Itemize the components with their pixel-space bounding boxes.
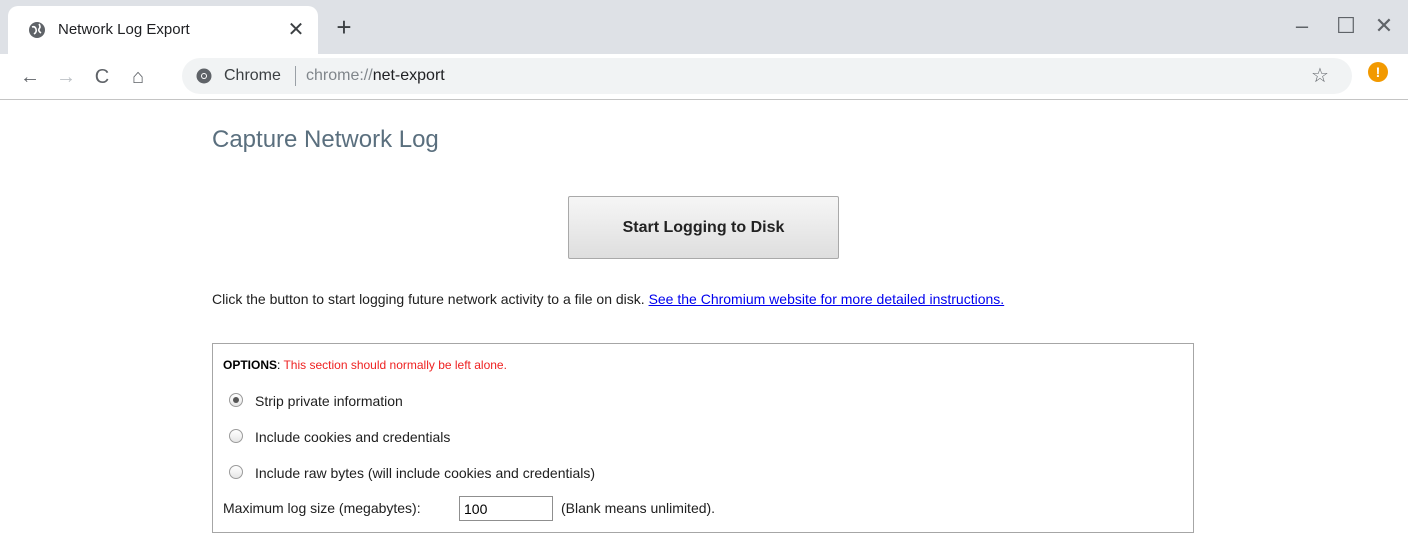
toolbar: ← → C ⌂ Chrome chrome://net-export ☆ ! bbox=[0, 54, 1408, 100]
url-scheme: chrome:// bbox=[306, 67, 373, 84]
page-title: Capture Network Log bbox=[212, 126, 439, 153]
omnibox-separator bbox=[295, 66, 296, 86]
maximize-icon[interactable]: ☐ bbox=[1332, 12, 1360, 40]
instructions-text: Click the button to start logging future… bbox=[212, 291, 649, 307]
home-icon[interactable]: ⌂ bbox=[122, 61, 154, 93]
reload-icon[interactable]: C bbox=[86, 61, 118, 93]
chromium-instructions-link[interactable]: See the Chromium website for more detail… bbox=[649, 291, 1005, 307]
tab-title: Network Log Export bbox=[58, 21, 190, 38]
close-window-icon[interactable]: ✕ bbox=[1370, 12, 1398, 40]
instructions: Click the button to start logging future… bbox=[212, 290, 1004, 308]
minimize-icon[interactable]: – bbox=[1288, 12, 1316, 40]
max-size-hint: (Blank means unlimited). bbox=[561, 500, 716, 516]
globe-icon bbox=[29, 22, 45, 38]
new-tab-button[interactable]: + bbox=[330, 14, 358, 42]
bookmark-star-icon[interactable]: ☆ bbox=[1308, 64, 1332, 88]
chrome-icon bbox=[196, 68, 212, 84]
url-text: chrome://net-export bbox=[306, 67, 445, 85]
address-bar[interactable]: Chrome chrome://net-export ☆ bbox=[182, 58, 1352, 94]
radio-label: Strip private information bbox=[255, 393, 403, 409]
radio-button[interactable] bbox=[229, 429, 243, 443]
forward-icon[interactable]: → bbox=[50, 61, 82, 93]
back-icon[interactable]: ← bbox=[14, 61, 46, 93]
tab-strip: Network Log Export ✕ + – ☐ ✕ bbox=[0, 0, 1408, 54]
alert-icon[interactable]: ! bbox=[1368, 62, 1388, 82]
options-heading: OPTIONS: This section should normally be… bbox=[223, 358, 507, 373]
site-label: Chrome bbox=[224, 67, 281, 84]
radio-label: Include raw bytes (will include cookies … bbox=[255, 465, 596, 481]
url-host: net-export bbox=[372, 67, 445, 84]
radio-button[interactable] bbox=[229, 393, 243, 407]
radio-label: Include cookies and credentials bbox=[255, 429, 451, 445]
options-label: OPTIONS bbox=[223, 358, 278, 372]
tab-close-icon[interactable]: ✕ bbox=[284, 18, 308, 42]
max-size-label: Maximum log size (megabytes): bbox=[223, 500, 421, 516]
radio-button[interactable] bbox=[229, 465, 243, 479]
options-panel: OPTIONS: This section should normally be… bbox=[212, 343, 1194, 533]
options-warning: This section should normally be left alo… bbox=[283, 358, 507, 372]
start-logging-button[interactable]: Start Logging to Disk bbox=[568, 196, 839, 259]
max-size-input[interactable] bbox=[459, 496, 553, 521]
tab-network-log-export[interactable]: Network Log Export ✕ bbox=[8, 6, 318, 54]
